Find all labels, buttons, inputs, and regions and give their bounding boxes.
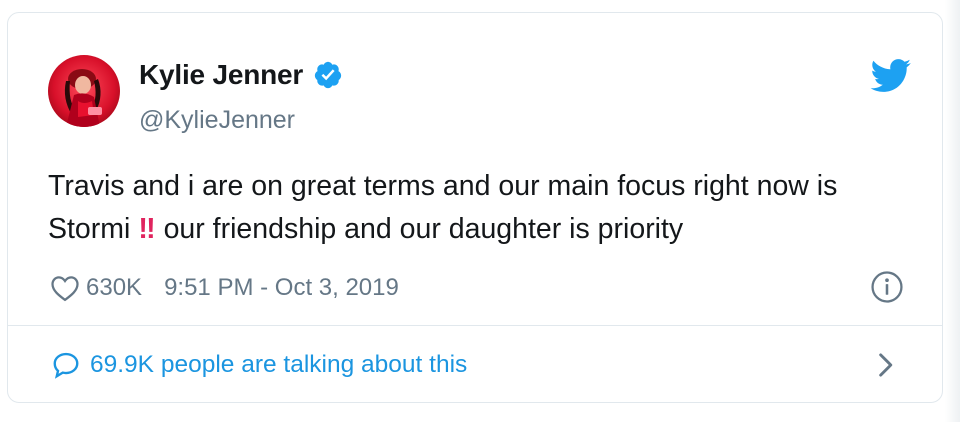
page-edge-shadow [945,0,960,422]
chevron-right-icon[interactable] [876,352,894,378]
speech-bubble-icon [53,352,79,379]
tweet-text: Travis and i are on great terms and our … [48,165,918,251]
tweet-card[interactable]: Kylie Jenner @KylieJenner Travis and i a… [7,12,943,403]
author-row[interactable]: Kylie Jenner [139,57,343,93]
tweet-timestamp[interactable]: 9:51 PM - Oct 3, 2019 [164,274,399,302]
twitter-bird-icon[interactable] [870,59,912,93]
verified-badge-icon [314,61,342,89]
avatar-image [48,55,120,127]
author-name[interactable]: Kylie Jenner [139,59,303,91]
heart-icon[interactable] [50,274,80,302]
tweet-meta: 630K 9:51 PM - Oct 3, 2019 [50,271,399,305]
like-count[interactable]: 630K [86,274,142,302]
info-icon[interactable] [870,270,904,304]
double-exclamation-emoji: ‼ [138,213,155,245]
tweet-text-part-2: our friendship and our daughter is prior… [163,213,684,245]
conversation-link[interactable]: 69.9K people are talking about this [50,347,467,383]
conversation-count-label[interactable]: 69.9K people are talking about this [90,351,467,379]
divider [8,325,942,326]
avatar[interactable] [48,55,120,127]
tweet-embed-page: Kylie Jenner @KylieJenner Travis and i a… [0,0,960,422]
author-handle[interactable]: @KylieJenner [139,106,295,135]
